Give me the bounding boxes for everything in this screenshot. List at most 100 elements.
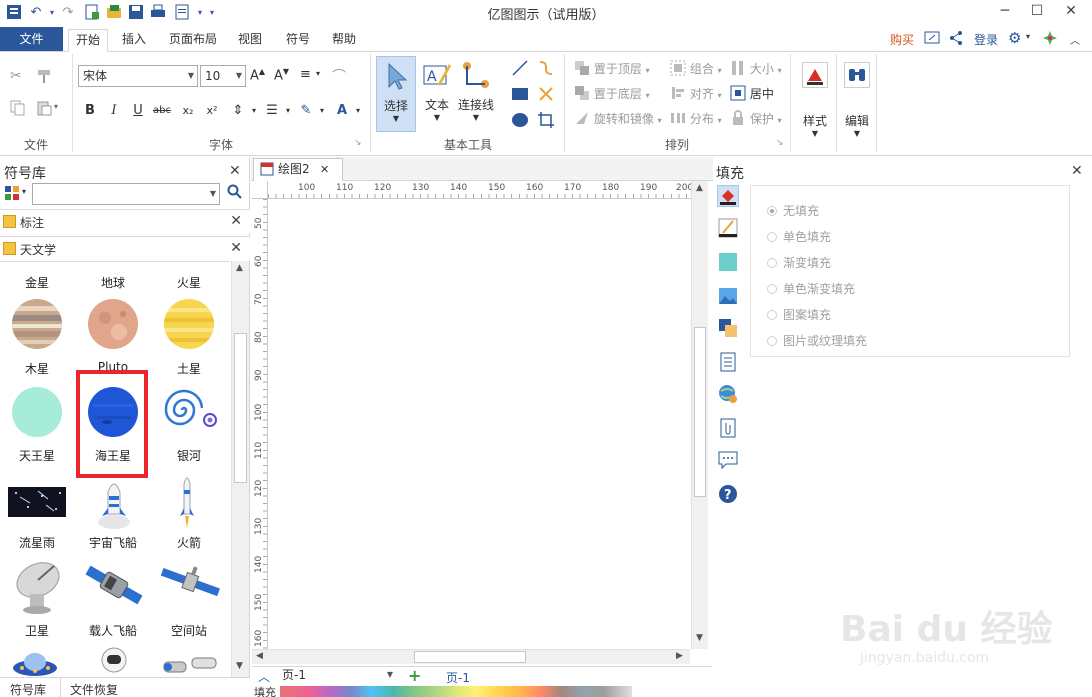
text-tool-button[interactable]: A 文本 ▼ [418,56,456,122]
scroll-right-icon[interactable]: ▶ [676,651,683,661]
font-family-select[interactable]: 宋体 ▼ [78,65,198,87]
galaxy-symbol[interactable] [160,386,220,437]
scroll-up-icon[interactable]: ▲ [236,263,243,273]
scroll-down-icon[interactable]: ▼ [696,633,703,643]
fill-option-gradient[interactable]: 渐变填充 [767,254,831,271]
spaceship-symbol[interactable] [94,474,134,533]
send-to-back-button[interactable]: 置于底层 ▾ [574,85,650,104]
tab-file[interactable]: 文件 [0,27,63,51]
font-color-dropdown-icon[interactable]: ▾ [348,101,368,121]
close-panel-icon[interactable]: ✕ [229,163,241,179]
canvas-horizontal-scrollbar[interactable]: ◀ ▶ [252,649,690,664]
bold-icon[interactable]: B [80,101,100,121]
connector-tool-button[interactable]: 连接线 ▼ [456,56,496,122]
size-button[interactable]: 大小 ▾ [730,60,782,79]
tab-help[interactable]: 帮助 [324,29,364,52]
tab-home[interactable]: 开始 [68,29,108,52]
share-icon[interactable] [948,30,964,49]
page-list-icon[interactable] [717,351,739,373]
minimize-button[interactable]: ─ [988,0,1022,24]
library-view-icon[interactable] [4,185,20,204]
canvas-vertical-scrollbar[interactable]: ▲ ▼ [691,181,708,649]
space-station-symbol[interactable] [160,562,220,607]
buy-link[interactable]: 购买 [890,31,914,48]
help-icon[interactable]: ? [717,483,739,505]
manned-spacecraft-symbol[interactable] [84,560,144,613]
astronaut-symbol[interactable] [96,646,132,677]
settings-dropdown-icon[interactable]: ▾ [1026,32,1030,41]
document-tab[interactable]: 绘图2 ✕ [253,158,343,181]
close-document-icon[interactable]: ✕ [320,159,329,180]
fill-option-solid[interactable]: 单色填充 [767,228,831,245]
page-nav-up-icon[interactable]: ︿ [258,668,270,685]
tab-file-recovery[interactable]: 文件恢复 [70,681,118,697]
rectangle-shape-icon[interactable] [510,84,530,107]
line-spacing-dropdown-icon[interactable]: ▾ [244,101,264,121]
library-row-callout[interactable]: 标注 ✕ [0,209,250,233]
tab-view[interactable]: 视图 [230,29,270,52]
image-panel-icon[interactable] [717,285,739,307]
tab-symbol[interactable]: 符号 [278,29,318,52]
cross-point-icon[interactable] [536,84,556,107]
grow-font-icon[interactable]: A▲ [250,67,265,83]
italic-icon[interactable]: I [104,101,124,121]
format-painter-icon[interactable] [36,68,52,87]
uranus-symbol[interactable] [11,386,63,441]
distribute-button[interactable]: 分布 ▾ [670,110,722,129]
shrink-font-icon[interactable]: A▼ [274,67,289,83]
settings-gear-icon[interactable]: ⚙ [1008,29,1021,47]
close-library-icon[interactable]: ✕ [230,213,242,229]
symbol-search-input[interactable]: ▼ [32,183,220,205]
saturn-symbol[interactable] [163,298,215,353]
align-text-icon[interactable]: ≡ [300,67,311,82]
ellipse-shape-icon[interactable] [510,110,530,133]
fill-option-pattern[interactable]: 图案填充 [767,306,831,323]
page-selector[interactable]: 页-1 ▼ [278,667,396,685]
crop-icon[interactable] [536,110,556,133]
collapse-ribbon-icon[interactable]: ︿ [1070,32,1080,47]
center-button[interactable]: 居中 [730,85,774,104]
cut-icon[interactable]: ✂ [10,68,22,84]
align-button[interactable]: 对齐 ▾ [670,85,722,104]
scrollbar-thumb[interactable] [414,651,526,663]
neptune-symbol[interactable] [87,386,139,441]
highlight-dropdown-icon[interactable]: ▾ [312,101,332,121]
close-library-icon[interactable]: ✕ [230,240,242,256]
login-link[interactable]: 登录 [974,31,998,48]
copy-icon[interactable] [10,100,26,119]
align-text-dropdown-icon[interactable]: ▾ [316,69,320,78]
select-tool-button[interactable]: 选择 ▼ [376,56,416,132]
satellite-dish-symbol[interactable] [10,558,64,617]
hyperlink-globe-icon[interactable] [717,383,739,405]
rocket-symbol[interactable] [176,472,198,533]
paste-dropdown-icon[interactable]: ▾ [54,102,58,111]
superscript-icon[interactable]: x² [202,101,222,121]
shadow-panel-icon[interactable] [717,251,739,273]
attachment-icon[interactable] [717,417,739,439]
subscript-icon[interactable]: x₂ [178,101,198,121]
arrange-dialog-launcher-icon[interactable]: ↘ [776,138,784,148]
color-swatches[interactable] [280,686,632,697]
fill-panel-icon[interactable] [717,185,739,207]
fill-option-single-gradient[interactable]: 单色渐变填充 [767,280,855,297]
line-shape-icon[interactable] [510,58,530,81]
scrollbar-thumb[interactable] [234,333,247,483]
telescope-symbol[interactable] [162,654,218,677]
scroll-down-icon[interactable]: ▼ [236,661,243,671]
close-fill-panel-icon[interactable]: ✕ [1071,163,1083,179]
rotate-mirror-button[interactable]: 旋转和镜像 ▾ [574,110,662,129]
tab-page-layout[interactable]: 页面布局 [164,29,222,52]
font-size-select[interactable]: 10 ▼ [200,65,246,87]
library-view-dropdown-icon[interactable]: ▾ [22,187,26,196]
bring-to-front-button[interactable]: 置于顶层 ▾ [574,60,650,79]
group-button[interactable]: 组合 ▾ [670,60,722,79]
fill-option-picture[interactable]: 图片或纹理填充 [767,332,867,349]
library-row-astronomy[interactable]: 天文学 ✕ [0,236,250,260]
page-tab[interactable]: 页-1 [446,669,470,686]
strikethrough-icon[interactable]: abc [152,101,172,121]
maximize-button[interactable]: ☐ [1020,0,1054,24]
share-screen-icon[interactable] [924,30,940,49]
paste-icon[interactable] [36,100,52,119]
protect-button[interactable]: 保护 ▾ [730,110,782,129]
font-dialog-launcher-icon[interactable]: ↘ [354,138,362,148]
